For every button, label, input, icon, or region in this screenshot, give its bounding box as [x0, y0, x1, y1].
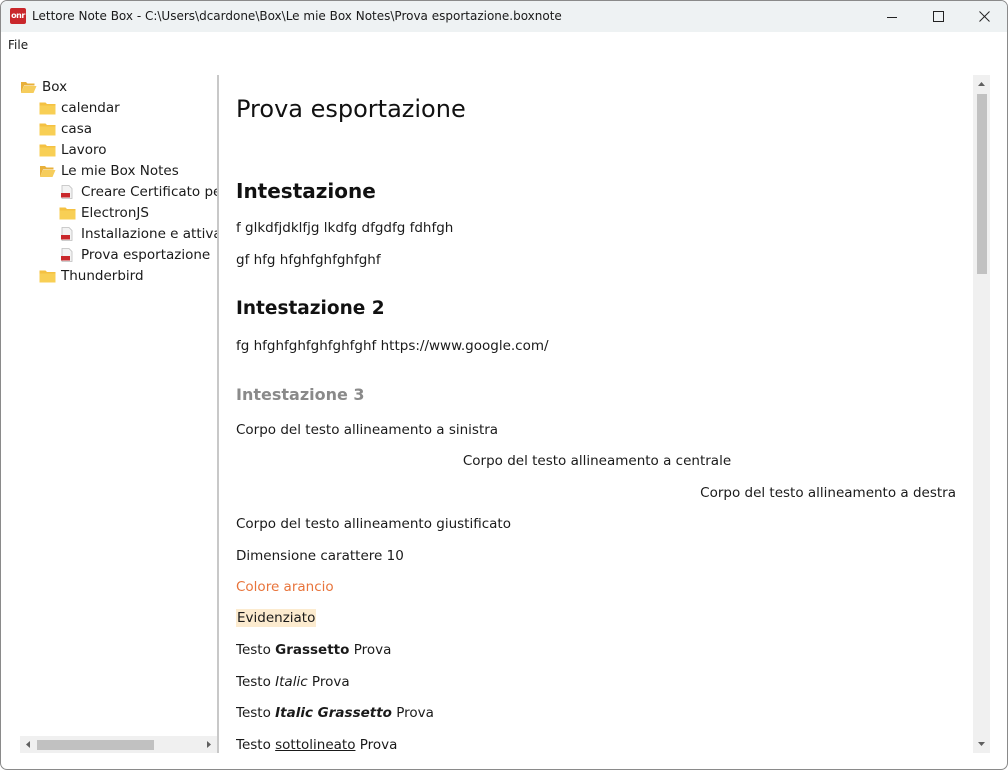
- heading-intestazione-3: Intestazione 3: [236, 385, 365, 404]
- tree-item-creare-certificato[interactable]: Creare Certificato per l: [59, 182, 217, 202]
- text-post: Prova: [307, 674, 350, 690]
- tree-item-label: Box: [42, 79, 68, 95]
- minimize-button[interactable]: [869, 1, 915, 32]
- tree-item-thunderbird[interactable]: Thunderbird: [39, 266, 144, 286]
- open-folder-icon: [21, 82, 37, 93]
- paragraph-highlight: Evidenziato: [236, 609, 317, 627]
- menu-file[interactable]: File: [8, 38, 28, 52]
- paragraph: f glkdfjdklfjg lkdfg dfgdfg fdhfgh: [236, 220, 454, 236]
- tree-item-box[interactable]: Box: [20, 77, 67, 97]
- maximize-button[interactable]: [915, 1, 961, 32]
- paragraph-size-10: Dimensione carattere 10: [236, 548, 404, 564]
- folder-icon: [59, 207, 76, 220]
- folder-icon: [39, 270, 56, 283]
- scroll-down-icon[interactable]: [977, 740, 986, 748]
- underlined-text: sottolineato: [275, 737, 356, 753]
- paragraph: gf hfg hfghfghfghfghf: [236, 252, 381, 268]
- scroll-up-icon[interactable]: [977, 80, 986, 88]
- document-title: Prova esportazione: [236, 95, 466, 123]
- window-title: Lettore Note Box - C:\Users\dcardone\Box…: [32, 9, 562, 23]
- paragraph-justified: Corpo del testo allineamento giustificat…: [236, 516, 511, 532]
- text-post: Prova: [355, 737, 398, 753]
- bold-italic-text: Italic Grassetto: [275, 705, 392, 721]
- paragraph-bold: Testo Grassetto Prova: [236, 642, 391, 658]
- open-folder-icon: [40, 166, 56, 177]
- tree-item-installazione[interactable]: Installazione e attivazio: [59, 224, 217, 244]
- folder-icon: [39, 123, 56, 136]
- heading-intestazione: Intestazione: [236, 179, 376, 203]
- scroll-right-icon[interactable]: [205, 740, 213, 749]
- highlighted-text: Evidenziato: [236, 609, 317, 627]
- title-bar: onr Lettore Note Box - C:\Users\dcardone…: [1, 1, 1007, 32]
- close-icon: [978, 11, 990, 22]
- scroll-left-icon[interactable]: [24, 740, 32, 749]
- text-post: Prova: [349, 642, 392, 658]
- tree-item-label: Installazione e attivazio: [81, 226, 217, 242]
- paragraph-with-link: fg hfghfghfghfghfghf https://www.google.…: [236, 338, 549, 354]
- tree-item-label: Creare Certificato per l: [81, 184, 217, 200]
- boxnote-file-icon: [61, 248, 73, 262]
- maximize-icon: [932, 11, 944, 22]
- text-pre: Testo: [236, 737, 276, 753]
- bold-text: Grassetto: [275, 642, 350, 658]
- folder-icon: [39, 144, 56, 157]
- app-window: onr Lettore Note Box - C:\Users\dcardone…: [0, 0, 1008, 770]
- paragraph-orange: Colore arancio: [236, 579, 334, 595]
- boxnote-file-icon: [61, 227, 73, 241]
- tree-item-casa[interactable]: casa: [39, 119, 92, 139]
- document-vertical-scrollbar[interactable]: [973, 75, 990, 753]
- paragraph-underline: Testo sottolineato Prova: [236, 737, 397, 753]
- paragraph-center: Corpo del testo allineamento a centrale: [462, 453, 732, 469]
- tree-item-label: Le mie Box Notes: [61, 163, 179, 179]
- paragraph-bold-italic: Testo Italic Grassetto Prova: [236, 705, 434, 721]
- tree-item-calendar[interactable]: calendar: [39, 98, 120, 118]
- tree-item-le-mie-box-notes[interactable]: Le mie Box Notes: [39, 161, 179, 181]
- minimize-icon: [887, 16, 897, 18]
- folder-icon: [39, 102, 56, 115]
- heading-intestazione-2: Intestazione 2: [236, 298, 385, 319]
- tree-horizontal-scrollbar[interactable]: [20, 736, 217, 753]
- paragraph-right: Corpo del testo allineamento a destra: [700, 485, 956, 501]
- tree-item-lavoro[interactable]: Lavoro: [39, 140, 107, 160]
- italic-text: Italic: [275, 674, 308, 690]
- tree-item-prova-esportazione[interactable]: Prova esportazione: [59, 245, 210, 265]
- text-post: Prova: [391, 705, 434, 721]
- close-button[interactable]: [961, 1, 1007, 32]
- folder-tree: Box calendar casa Lavoro Le mie Box Note…: [20, 75, 217, 753]
- text-pre: Testo: [236, 705, 276, 721]
- note-document: Prova esportazione Intestazione f glkdfj…: [236, 75, 958, 755]
- tree-item-label: casa: [61, 121, 93, 137]
- tree-item-label: ElectronJS: [81, 205, 149, 221]
- tree-item-label: calendar: [61, 100, 120, 116]
- paragraph-italic: Testo Italic Prova: [236, 674, 350, 690]
- tree-item-label: Prova esportazione: [81, 247, 211, 263]
- tree-item-label: Thunderbird: [61, 268, 144, 284]
- tree-item-electronjs[interactable]: ElectronJS: [59, 203, 149, 223]
- app-icon: onr: [10, 8, 26, 24]
- text-pre: Testo: [236, 674, 276, 690]
- text-pre: Testo: [236, 642, 276, 658]
- tree-item-label: Lavoro: [61, 142, 107, 158]
- pane-splitter[interactable]: [217, 75, 219, 753]
- scrollbar-thumb[interactable]: [977, 94, 987, 274]
- paragraph-left: Corpo del testo allineamento a sinistra: [236, 422, 499, 438]
- scrollbar-thumb[interactable]: [37, 740, 154, 750]
- menu-bar: File: [1, 32, 1007, 56]
- boxnote-file-icon: [61, 185, 73, 199]
